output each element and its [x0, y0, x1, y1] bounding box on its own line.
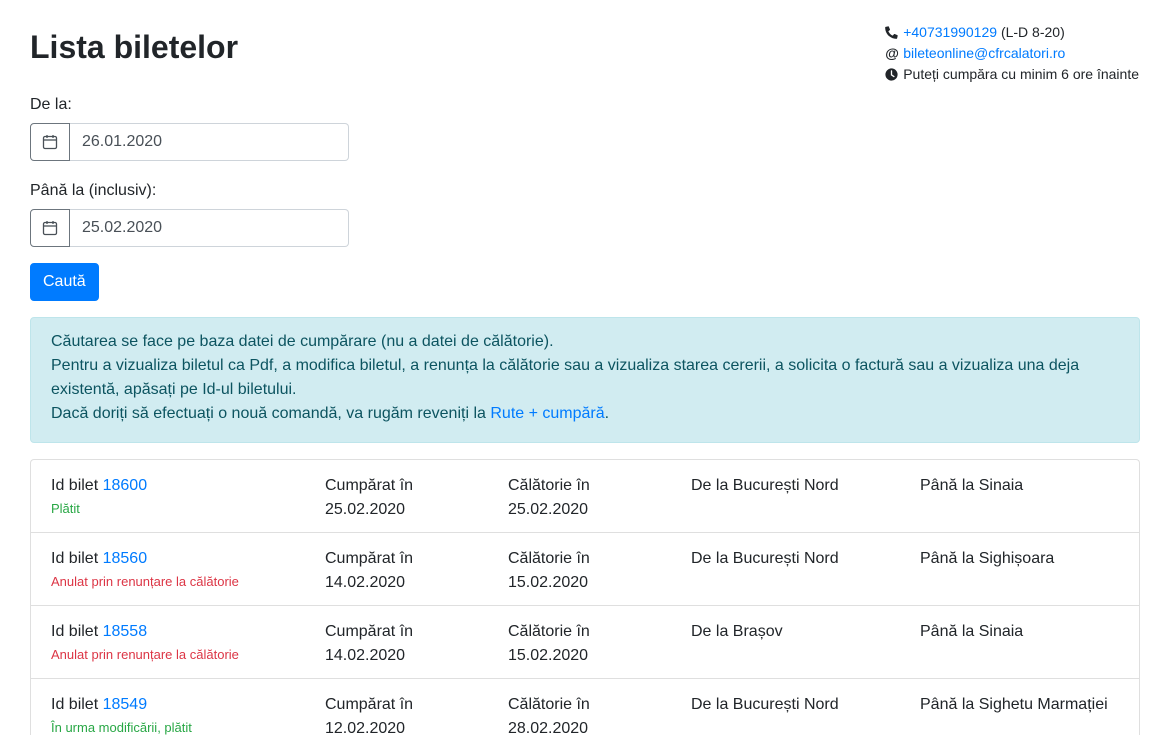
clock-icon: [885, 68, 903, 81]
search-button[interactable]: Caută: [30, 263, 99, 301]
at-icon: @: [885, 45, 899, 61]
ticket-id-label: Id bilet: [51, 623, 99, 640]
info-alert: Căutarea se face pe baza datei de cumpăr…: [30, 317, 1140, 443]
ticket-id-cell: Id bilet 18600 Plătit: [51, 474, 147, 518]
ticket-id-link[interactable]: 18549: [103, 696, 148, 713]
contact-info: +40731990129 (L-D 8-20) @ bileteonline@c…: [885, 22, 1139, 85]
travel-date-label: Călătorie în: [508, 623, 590, 640]
info-line-2: Pentru a vizualiza biletul ca Pdf, a mod…: [51, 357, 1080, 398]
ticket-id-label: Id bilet: [51, 550, 99, 567]
destination-station: Până la Sighișoara: [920, 550, 1055, 567]
to-date-label: Până la (inclusiv):: [30, 182, 157, 199]
from-date-label: De la:: [30, 96, 72, 113]
info-line-3-prefix: Dacă doriți să efectuați o nouă comandă,…: [51, 405, 491, 422]
ticket-id-link[interactable]: 18560: [103, 550, 148, 567]
ticket-id-label: Id bilet: [51, 477, 99, 494]
purchase-date-label: Cumpărat în: [325, 623, 414, 640]
table-row: Id bilet 18600 Plătit Cumpărat în 25.02.20…: [31, 460, 1139, 533]
phone-link[interactable]: +40731990129: [903, 22, 997, 43]
ticket-status: Anulat prin renunțare la călătorie: [51, 574, 239, 589]
travel-date: 15.02.2020: [508, 574, 589, 591]
contact-email-row: @ bileteonline@cfrcalatori.ro: [885, 43, 1139, 64]
purchase-date-cell: Cumpărat în 12.02.2020: [325, 693, 413, 735]
info-line-3: Dacă doriți să efectuați o nouă comandă,…: [51, 402, 1119, 426]
contact-phone-row: +40731990129 (L-D 8-20): [885, 22, 1139, 43]
travel-date-cell: Călătorie în 15.02.2020: [508, 620, 590, 668]
purchase-date-cell: Cumpărat în 14.02.2020: [325, 547, 413, 595]
destination-station: Până la Sinaia: [920, 477, 1024, 494]
travel-date: 15.02.2020: [508, 647, 589, 664]
info-line-3-suffix: .: [604, 405, 610, 422]
travel-date-cell: Călătorie în 28.02.2020: [508, 693, 590, 735]
purchase-date-cell: Cumpărat în 25.02.2020: [325, 474, 413, 522]
purchase-date-label: Cumpărat în: [325, 696, 414, 713]
table-row: Id bilet 18558 Anulat prin renunțare la c…: [31, 606, 1139, 679]
origin-station: De la Brașov: [691, 623, 783, 640]
page-title: Lista biletelor: [30, 29, 239, 65]
table-row: Id bilet 18560 Anulat prin renunțare la c…: [31, 533, 1139, 606]
ticket-status: Plătit: [51, 501, 80, 516]
travel-date: 28.02.2020: [508, 720, 589, 735]
ticket-id-cell: Id bilet 18560 Anulat prin renunțare la c…: [51, 547, 239, 591]
travel-date-cell: Călătorie în 15.02.2020: [508, 547, 590, 595]
email-link[interactable]: bileteonline@cfrcalatori.ro: [903, 43, 1065, 64]
travel-date-label: Călătorie în: [508, 550, 590, 567]
routes-buy-link[interactable]: Rute + cumpără: [490, 405, 604, 422]
purchase-date-cell: Cumpărat în 14.02.2020: [325, 620, 413, 668]
purchase-date: 14.02.2020: [325, 647, 406, 664]
phone-hours-text: (L-D 8-20): [1000, 24, 1065, 40]
origin-station: De la București Nord: [691, 477, 839, 494]
from-date-input[interactable]: [70, 123, 349, 161]
purchase-date-label: Cumpărat în: [325, 550, 414, 567]
ticket-id-link[interactable]: 18600: [103, 477, 148, 494]
ticket-list: Id bilet 18600 Plătit Cumpărat în 25.02.20…: [30, 459, 1140, 735]
purchase-date-label: Cumpărat în: [325, 477, 414, 494]
calendar-icon[interactable]: [30, 123, 70, 161]
origin-station: De la București Nord: [691, 550, 839, 567]
travel-date-label: Călătorie în: [508, 696, 590, 713]
destination-station: Până la Sinaia: [920, 623, 1024, 640]
phone-icon: [885, 26, 903, 39]
contact-notice-row: Puteți cumpăra cu minim 6 ore înainte: [885, 64, 1139, 85]
travel-date-cell: Călătorie în 25.02.2020: [508, 474, 590, 522]
purchase-date: 14.02.2020: [325, 574, 406, 591]
to-date-input[interactable]: [70, 209, 349, 247]
destination-station: Până la Sighetu Marmației: [920, 696, 1108, 713]
table-row: Id bilet 18549 În urma modificării, plăti…: [31, 679, 1139, 735]
to-date-group: [30, 209, 349, 247]
ticket-status: În urma modificării, plătit: [51, 720, 192, 735]
ticket-id-cell: Id bilet 18558 Anulat prin renunțare la c…: [51, 620, 239, 664]
purchase-notice: Puteți cumpăra cu minim 6 ore înainte: [903, 66, 1139, 82]
calendar-icon[interactable]: [30, 209, 70, 247]
from-date-group: [30, 123, 349, 161]
ticket-id-link[interactable]: 18558: [103, 623, 148, 640]
ticket-status: Anulat prin renunțare la călătorie: [51, 647, 239, 662]
travel-date: 25.02.2020: [508, 501, 589, 518]
purchase-date: 25.02.2020: [325, 501, 406, 518]
info-line-1: Căutarea se face pe baza datei de cumpăr…: [51, 333, 554, 350]
travel-date-label: Călătorie în: [508, 477, 590, 494]
purchase-date: 12.02.2020: [325, 720, 406, 735]
origin-station: De la București Nord: [691, 696, 839, 713]
ticket-id-cell: Id bilet 18549 În urma modificării, plăti…: [51, 693, 192, 735]
ticket-id-label: Id bilet: [51, 696, 99, 713]
